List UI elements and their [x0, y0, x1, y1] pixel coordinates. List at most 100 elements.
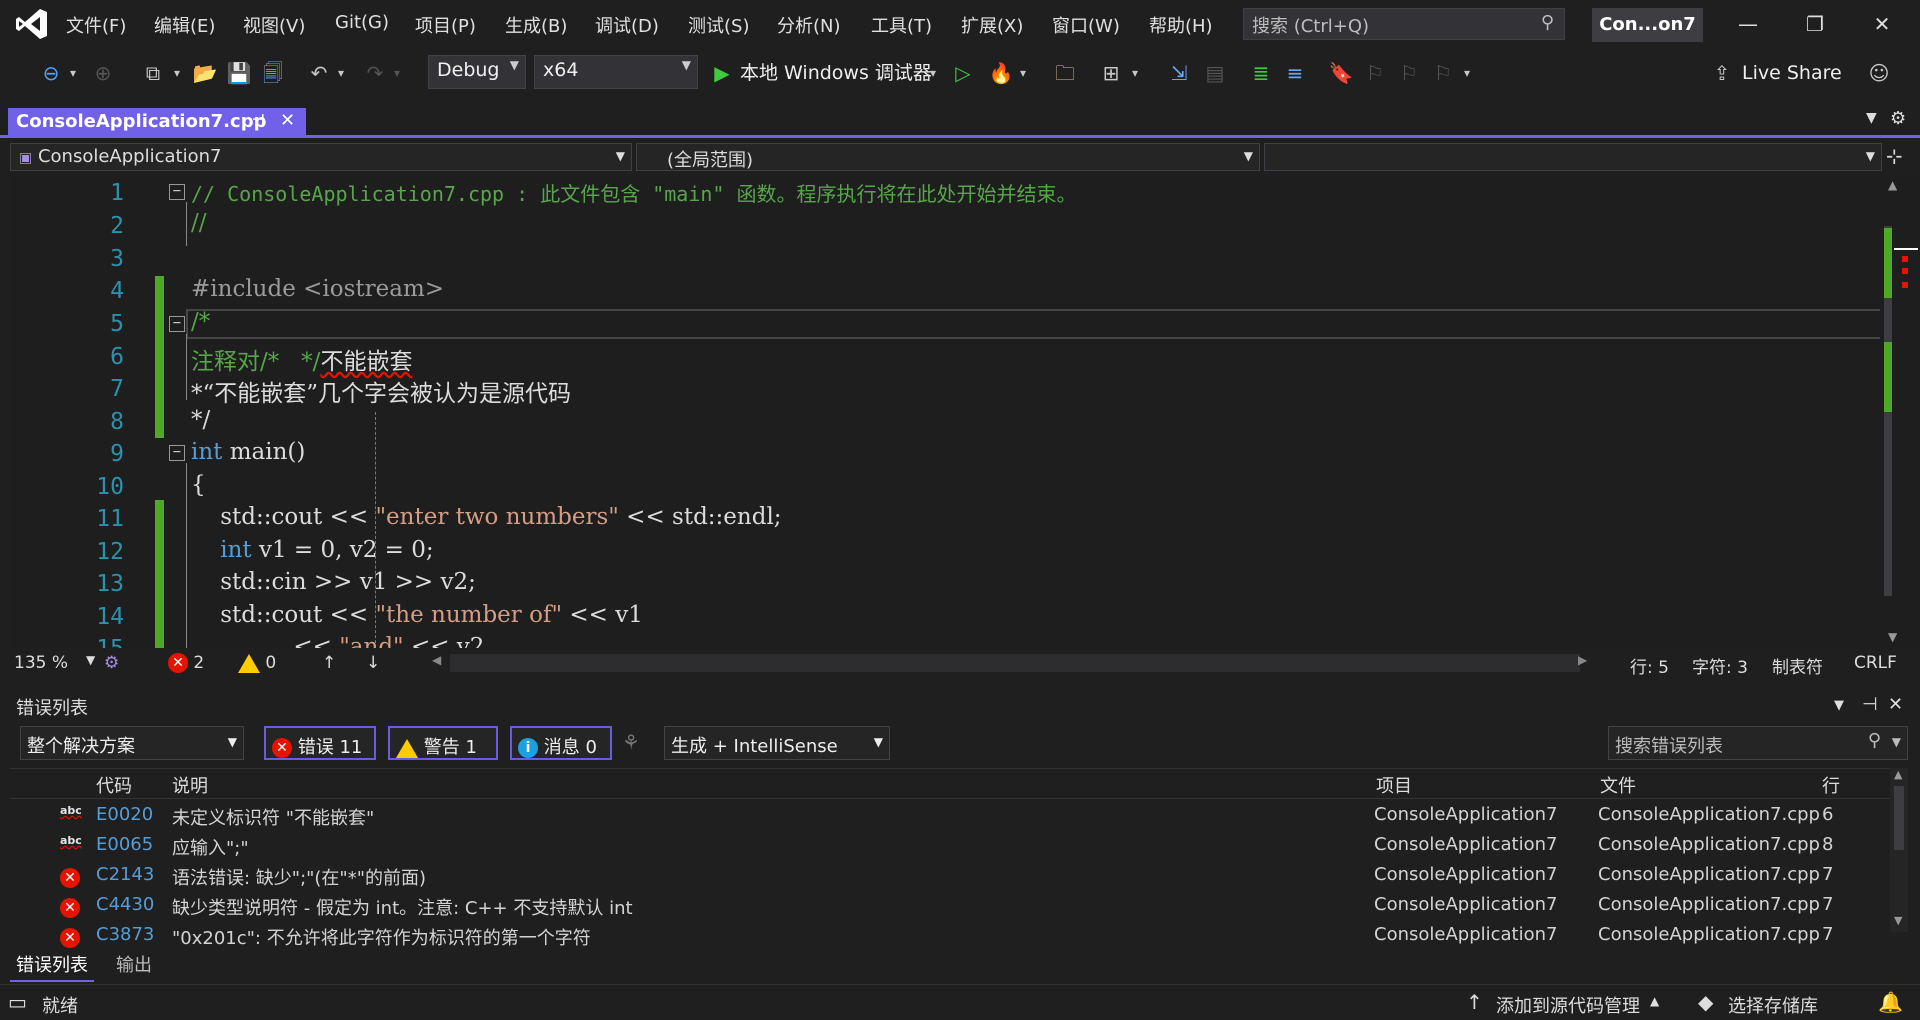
notification-panel-icon[interactable]: ▭	[8, 990, 27, 1014]
bookmark-clear-icon[interactable]: ⚐	[1428, 58, 1458, 88]
chevron-up-icon[interactable]: ▲	[1650, 994, 1659, 1008]
intellicode-icon[interactable]: ⚙	[104, 653, 119, 673]
scroll-thumb[interactable]	[1894, 786, 1904, 850]
project-dropdown[interactable]: ▣ ConsoleApplication7 ▼	[10, 143, 632, 171]
scroll-down-icon[interactable]: ▼	[1888, 630, 1897, 644]
collapse-icon[interactable]: −	[169, 445, 185, 461]
save-all-icon[interactable]: 🗐	[258, 58, 288, 88]
live-share-button[interactable]: Live Share	[1742, 58, 1862, 88]
member-dropdown[interactable]: ▼	[1264, 143, 1882, 171]
forward-icon[interactable]: ⊕	[88, 58, 118, 88]
error-search-input[interactable]: 搜索错误列表 ⚲ ▼	[1608, 726, 1908, 760]
pin-icon[interactable]: ⊣	[252, 112, 265, 128]
hot-reload-dropdown-icon[interactable]: ▾	[1016, 58, 1030, 88]
table-row[interactable]: ✕ C3873 "0x201c": 不允许将此字符作为标识符的第一个字符 Con…	[10, 920, 1890, 950]
menu-test[interactable]: 测试(S)	[688, 12, 749, 38]
undo-dropdown-icon[interactable]: ▾	[334, 58, 348, 88]
gear-icon[interactable]: ⚙	[1890, 108, 1906, 129]
menu-edit[interactable]: 编辑(E)	[154, 12, 215, 38]
menu-debug[interactable]: 调试(D)	[595, 12, 659, 38]
menu-tools[interactable]: 工具(T)	[871, 12, 932, 38]
save-icon[interactable]: 💾	[224, 58, 254, 88]
error-code[interactable]: E0020	[96, 804, 153, 825]
tab-dropdown-icon[interactable]: ▼	[1866, 110, 1877, 126]
solution-explorer-icon[interactable]: 🗀	[1050, 58, 1080, 88]
open-folder-icon[interactable]: 📂	[190, 58, 220, 88]
tab-error-list[interactable]: 错误列表	[10, 948, 94, 982]
platform-select[interactable]: x64 ▼	[534, 55, 698, 89]
up-arrow-icon[interactable]: ↑	[322, 653, 336, 673]
back-dropdown-icon[interactable]: ▾	[66, 58, 80, 88]
scroll-down-icon[interactable]: ▼	[1894, 914, 1902, 927]
close-window-icon[interactable]: ✕	[1862, 6, 1902, 42]
start-without-debug-icon[interactable]: ▷	[950, 58, 976, 88]
toolbar-options-icon[interactable]: ▾	[1460, 58, 1474, 88]
error-count-indicator[interactable]: ✕ 2	[168, 653, 204, 673]
table-row[interactable]: abc E0065 应输入";" ConsoleApplication7 Con…	[10, 830, 1890, 860]
menu-window[interactable]: 窗口(W)	[1052, 12, 1120, 38]
menu-build[interactable]: 生成(B)	[505, 12, 567, 38]
warning-count-indicator[interactable]: 0	[238, 653, 276, 673]
undo-icon[interactable]: ↶	[304, 58, 334, 88]
share-icon[interactable]: ⇪	[1710, 58, 1734, 88]
menu-view[interactable]: 视图(V)	[243, 12, 305, 38]
step-icon[interactable]: ⇲	[1164, 58, 1194, 88]
notification-bell-icon[interactable]: 🔔	[1878, 990, 1903, 1014]
indent-icon[interactable]: ≣	[1246, 58, 1276, 88]
breakpoint-window-icon[interactable]: ▤	[1200, 58, 1230, 88]
filter-icon[interactable]: ⚘	[622, 730, 640, 754]
scroll-right-icon[interactable]: ▶	[1578, 653, 1587, 667]
table-row[interactable]: ✕ C2143 语法错误: 缺少";"(在"*"的前面) ConsoleAppl…	[10, 860, 1890, 890]
scope-dropdown[interactable]: (全局范围) ▼	[636, 143, 1260, 171]
close-panel-icon[interactable]: ✕	[1888, 694, 1903, 715]
restore-icon[interactable]: ❐	[1795, 6, 1835, 42]
hot-reload-icon[interactable]: 🔥	[986, 58, 1016, 88]
menu-extensions[interactable]: 扩展(X)	[961, 12, 1023, 38]
scroll-up-icon[interactable]: ▲	[1894, 768, 1902, 781]
layout-icon[interactable]: ⊞	[1096, 58, 1126, 88]
warnings-filter-button[interactable]: 警告 1	[388, 726, 498, 760]
table-row[interactable]: ✕ C4430 缺少类型说明符 - 假定为 int。注意: C++ 不支持默认 …	[10, 890, 1890, 920]
error-code[interactable]: E0065	[96, 834, 153, 855]
menu-git[interactable]: Git(G)	[335, 12, 389, 33]
column-header-file[interactable]: 文件	[1600, 772, 1636, 798]
error-list-scrollbar[interactable]: ▲ ▼	[1890, 768, 1908, 932]
feedback-icon[interactable]: ☺	[1864, 58, 1894, 88]
code-editor[interactable]: − − − 1 // ConsoleApplication7.cpp : 此文件…	[10, 176, 1880, 648]
column-header-project[interactable]: 项目	[1376, 772, 1412, 798]
zoom-dropdown-icon[interactable]: ▼	[86, 653, 95, 667]
tab-output[interactable]: 输出	[110, 948, 158, 980]
start-debug-icon[interactable]: ▶	[710, 58, 734, 88]
indent-mode[interactable]: 制表符	[1772, 653, 1823, 678]
run-debugger-button[interactable]: 本地 Windows 调试器	[740, 58, 940, 88]
solution-title[interactable]: Con...on7	[1592, 8, 1703, 42]
menu-analyze[interactable]: 分析(N)	[777, 12, 841, 38]
scroll-left-icon[interactable]: ◀	[432, 653, 441, 667]
close-tab-icon[interactable]: ✕	[280, 110, 295, 131]
messages-filter-button[interactable]: i 消息 0	[510, 726, 612, 760]
tab-consoleapplication7-cpp[interactable]: ConsoleApplication7.cpp ⊣ ✕	[8, 108, 306, 138]
search-input[interactable]: 搜索 (Ctrl+Q) ⚲	[1243, 8, 1565, 40]
new-project-icon[interactable]: ⧉	[138, 58, 168, 88]
source-filter-select[interactable]: 生成 + IntelliSense ▼	[664, 726, 890, 760]
scroll-up-icon[interactable]: ▲	[1888, 178, 1897, 192]
bookmark-prev-icon[interactable]: ⚐	[1360, 58, 1390, 88]
visual-studio-logo-icon[interactable]	[14, 6, 50, 42]
table-row[interactable]: abc E0020 未定义标识符 "不能嵌套" ConsoleApplicati…	[10, 800, 1890, 830]
column-header-code[interactable]: 代码	[96, 772, 132, 798]
column-header-description[interactable]: 说明	[172, 772, 208, 798]
bookmark-icon[interactable]: 🔖	[1326, 58, 1356, 88]
outdent-icon[interactable]: ≡	[1280, 58, 1310, 88]
redo-dropdown-icon[interactable]: ▾	[390, 58, 404, 88]
error-code[interactable]: C2143	[96, 864, 154, 885]
menu-file[interactable]: 文件(F)	[66, 12, 126, 38]
pin-icon[interactable]: ⊣	[1862, 694, 1878, 715]
new-dropdown-icon[interactable]: ▾	[170, 58, 184, 88]
layout-dropdown-icon[interactable]: ▾	[1128, 58, 1142, 88]
select-repository-button[interactable]: 选择存储库	[1728, 992, 1818, 1018]
column-header-line[interactable]: 行	[1822, 772, 1840, 798]
errors-filter-button[interactable]: ✕ 错误 11	[264, 726, 376, 760]
line-ending[interactable]: CRLF	[1854, 653, 1897, 673]
zoom-level[interactable]: 135 %	[14, 653, 68, 673]
config-select[interactable]: Debug ▼	[428, 55, 526, 89]
